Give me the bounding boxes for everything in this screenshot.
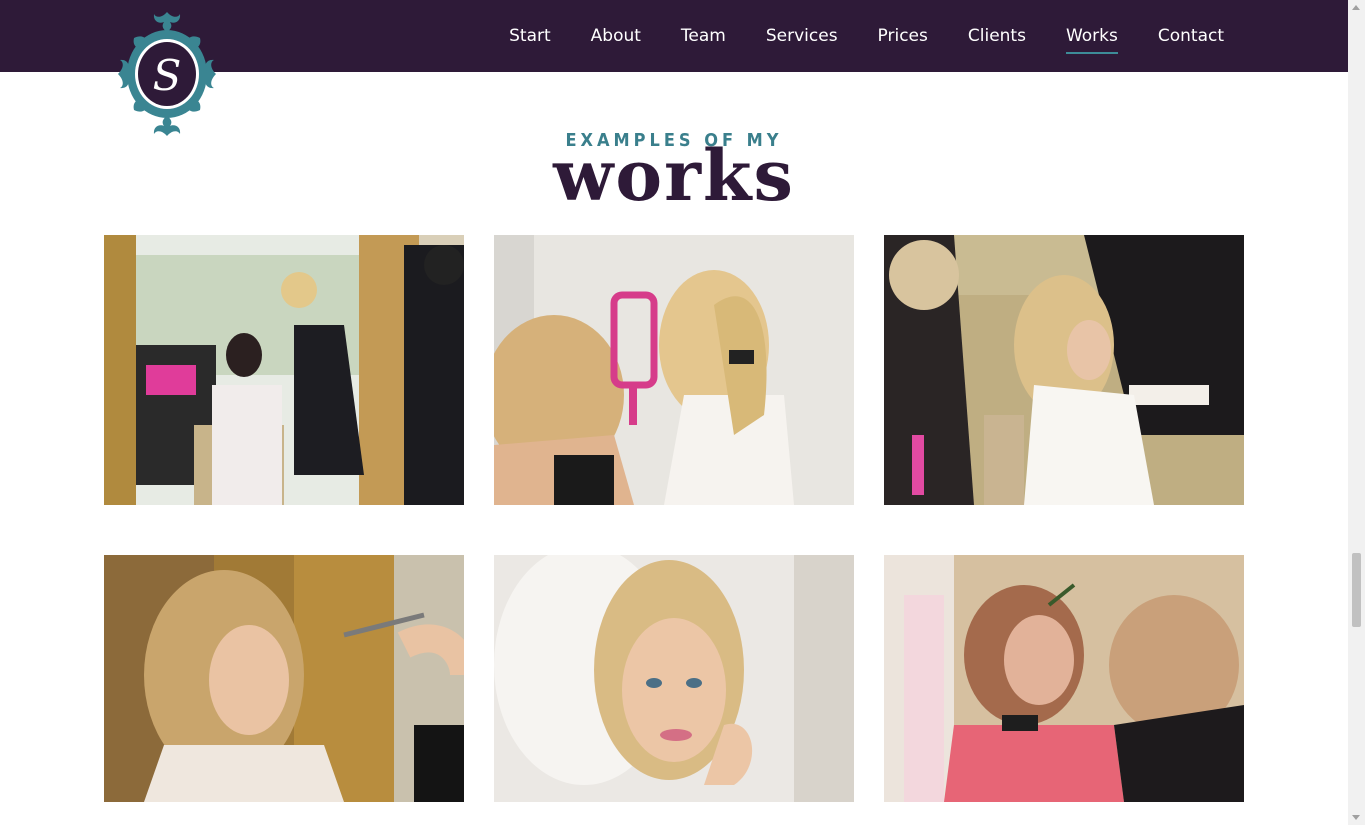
scroll-thumb[interactable] bbox=[1352, 553, 1361, 627]
nav-services[interactable]: Services bbox=[766, 26, 838, 46]
scroll-up-icon[interactable] bbox=[1352, 5, 1360, 10]
bride-portrait-photo[interactable] bbox=[494, 555, 854, 802]
makeup-session-window-photo[interactable] bbox=[104, 235, 464, 505]
nav-contact[interactable]: Contact bbox=[1158, 26, 1224, 46]
section-title: works bbox=[553, 134, 795, 217]
nav-team[interactable]: Team bbox=[681, 26, 726, 46]
nav-clients[interactable]: Clients bbox=[968, 26, 1026, 46]
photo-image bbox=[494, 555, 854, 802]
photo-image bbox=[494, 235, 854, 505]
photo-image bbox=[884, 555, 1244, 802]
works-gallery bbox=[104, 235, 1244, 805]
page-scrollbar[interactable] bbox=[1348, 0, 1365, 825]
ornamental-crest-logo-icon: S bbox=[118, 12, 216, 136]
hair-styling-photo[interactable] bbox=[884, 235, 1244, 505]
photo-image bbox=[104, 555, 464, 802]
nav-works[interactable]: Works bbox=[1065, 26, 1118, 54]
main-nav: Start About Team Services Prices Clients… bbox=[469, 0, 1224, 72]
bride-hand-mirror-photo[interactable] bbox=[494, 235, 854, 505]
scroll-down-icon[interactable] bbox=[1352, 815, 1360, 820]
photo-image bbox=[884, 235, 1244, 505]
brand-logo[interactable]: S bbox=[114, 10, 220, 138]
eyebrow-makeup-photo[interactable] bbox=[884, 555, 1244, 802]
nav-prices[interactable]: Prices bbox=[878, 26, 928, 46]
nav-start[interactable]: Start bbox=[509, 26, 551, 46]
logo-monogram: S bbox=[153, 51, 182, 100]
nav-about[interactable]: About bbox=[591, 26, 641, 46]
photo-image bbox=[104, 235, 464, 505]
airbrush-makeup-photo[interactable] bbox=[104, 555, 464, 802]
